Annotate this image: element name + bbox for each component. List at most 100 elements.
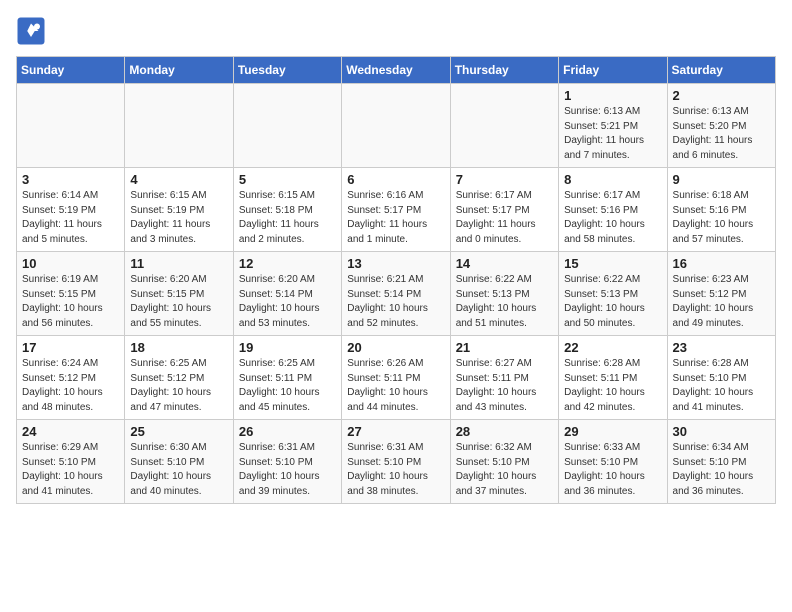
day-number: 22 bbox=[564, 340, 661, 355]
calendar-cell: 6 Sunrise: 6:16 AM Sunset: 5:17 PM Daylig… bbox=[342, 168, 450, 252]
day-number: 12 bbox=[239, 256, 336, 271]
day-number: 6 bbox=[347, 172, 444, 187]
day-number: 5 bbox=[239, 172, 336, 187]
day-number: 26 bbox=[239, 424, 336, 439]
calendar-cell: 26 Sunrise: 6:31 AM Sunset: 5:10 PM Dayli… bbox=[233, 420, 341, 504]
calendar-cell: 16 Sunrise: 6:23 AM Sunset: 5:12 PM Dayli… bbox=[667, 252, 775, 336]
day-info: Sunrise: 6:28 AM Sunset: 5:10 PM Dayligh… bbox=[673, 357, 770, 415]
calendar-cell: 7 Sunrise: 6:17 AM Sunset: 5:17 PM Daylig… bbox=[450, 168, 558, 252]
day-number: 15 bbox=[564, 256, 661, 271]
calendar-cell: 24Sunrise: 6:29 AM Sunset: 5:10 PM Dayli… bbox=[17, 420, 125, 504]
weekday-header-tuesday: Tuesday bbox=[233, 57, 341, 84]
calendar-cell: 4Sunrise: 6:15 AM Sunset: 5:19 PM Daylig… bbox=[125, 168, 233, 252]
week-row-1: 1Sunrise: 6:13 AM Sunset: 5:21 PM Daylig… bbox=[17, 84, 776, 168]
day-info: Sunrise: 6:25 AM Sunset: 5:12 PM Dayligh… bbox=[130, 357, 227, 415]
weekday-header-sunday: Sunday bbox=[17, 57, 125, 84]
calendar-cell: 1Sunrise: 6:13 AM Sunset: 5:21 PM Daylig… bbox=[559, 84, 667, 168]
day-info: Sunrise: 6:23 AM Sunset: 5:12 PM Dayligh… bbox=[673, 273, 770, 331]
day-info: Sunrise: 6:30 AM Sunset: 5:10 PM Dayligh… bbox=[130, 441, 227, 499]
day-info: Sunrise: 6:19 AM Sunset: 5:15 PM Dayligh… bbox=[22, 273, 119, 331]
day-info: Sunrise: 6:15 AM Sunset: 5:19 PM Dayligh… bbox=[130, 189, 227, 247]
day-info: Sunrise: 6:15 AM Sunset: 5:18 PM Dayligh… bbox=[239, 189, 336, 247]
week-row-5: 24Sunrise: 6:29 AM Sunset: 5:10 PM Dayli… bbox=[17, 420, 776, 504]
day-number: 3 bbox=[22, 172, 119, 187]
day-info: Sunrise: 6:34 AM Sunset: 5:10 PM Dayligh… bbox=[673, 441, 770, 499]
day-info: Sunrise: 6:22 AM Sunset: 5:13 PM Dayligh… bbox=[564, 273, 661, 331]
calendar-body: 1Sunrise: 6:13 AM Sunset: 5:21 PM Daylig… bbox=[17, 84, 776, 504]
calendar-cell: 18 Sunrise: 6:25 AM Sunset: 5:12 PM Dayli… bbox=[125, 336, 233, 420]
calendar-cell: 23 Sunrise: 6:28 AM Sunset: 5:10 PM Dayli… bbox=[667, 336, 775, 420]
day-info: Sunrise: 6:20 AM Sunset: 5:14 PM Dayligh… bbox=[239, 273, 336, 331]
page-header bbox=[16, 16, 776, 46]
day-info: Sunrise: 6:26 AM Sunset: 5:11 PM Dayligh… bbox=[347, 357, 444, 415]
calendar-cell: 14 Sunrise: 6:22 AM Sunset: 5:13 PM Dayli… bbox=[450, 252, 558, 336]
day-info: Sunrise: 6:13 AM Sunset: 5:20 PM Dayligh… bbox=[673, 105, 770, 163]
day-info: Sunrise: 6:28 AM Sunset: 5:11 PM Dayligh… bbox=[564, 357, 661, 415]
day-number: 9 bbox=[673, 172, 770, 187]
calendar-cell bbox=[17, 84, 125, 168]
day-number: 29 bbox=[564, 424, 661, 439]
day-info: Sunrise: 6:27 AM Sunset: 5:11 PM Dayligh… bbox=[456, 357, 553, 415]
day-number: 25 bbox=[130, 424, 227, 439]
calendar-cell: 30 Sunrise: 6:34 AM Sunset: 5:10 PM Dayli… bbox=[667, 420, 775, 504]
day-number: 1 bbox=[564, 88, 661, 103]
day-number: 13 bbox=[347, 256, 444, 271]
day-number: 2 bbox=[673, 88, 770, 103]
day-info: Sunrise: 6:16 AM Sunset: 5:17 PM Dayligh… bbox=[347, 189, 444, 247]
day-number: 8 bbox=[564, 172, 661, 187]
day-info: Sunrise: 6:17 AM Sunset: 5:16 PM Dayligh… bbox=[564, 189, 661, 247]
calendar-cell: 3 Sunrise: 6:14 AM Sunset: 5:19 PM Daylig… bbox=[17, 168, 125, 252]
calendar-cell: 19 Sunrise: 6:25 AM Sunset: 5:11 PM Dayli… bbox=[233, 336, 341, 420]
weekday-header-monday: Monday bbox=[125, 57, 233, 84]
calendar-cell: 27 Sunrise: 6:31 AM Sunset: 5:10 PM Dayli… bbox=[342, 420, 450, 504]
day-number: 18 bbox=[130, 340, 227, 355]
calendar-cell bbox=[233, 84, 341, 168]
weekday-header-wednesday: Wednesday bbox=[342, 57, 450, 84]
day-number: 20 bbox=[347, 340, 444, 355]
day-info: Sunrise: 6:18 AM Sunset: 5:16 PM Dayligh… bbox=[673, 189, 770, 247]
day-info: Sunrise: 6:29 AM Sunset: 5:10 PM Dayligh… bbox=[22, 441, 119, 499]
logo-icon bbox=[16, 16, 46, 46]
calendar-cell: 11 Sunrise: 6:20 AM Sunset: 5:15 PM Dayli… bbox=[125, 252, 233, 336]
calendar-cell: 25 Sunrise: 6:30 AM Sunset: 5:10 PM Dayli… bbox=[125, 420, 233, 504]
logo bbox=[16, 16, 52, 46]
day-number: 7 bbox=[456, 172, 553, 187]
calendar-cell: 17 Sunrise: 6:24 AM Sunset: 5:12 PM Dayli… bbox=[17, 336, 125, 420]
calendar-cell: 8 Sunrise: 6:17 AM Sunset: 5:16 PM Daylig… bbox=[559, 168, 667, 252]
calendar-cell: 15 Sunrise: 6:22 AM Sunset: 5:13 PM Dayli… bbox=[559, 252, 667, 336]
day-number: 28 bbox=[456, 424, 553, 439]
weekday-header-friday: Friday bbox=[559, 57, 667, 84]
day-number: 23 bbox=[673, 340, 770, 355]
day-number: 30 bbox=[673, 424, 770, 439]
week-row-3: 10 Sunrise: 6:19 AM Sunset: 5:15 PM Dayli… bbox=[17, 252, 776, 336]
calendar-cell bbox=[450, 84, 558, 168]
calendar-cell: 2 Sunrise: 6:13 AM Sunset: 5:20 PM Daylig… bbox=[667, 84, 775, 168]
weekday-header-saturday: Saturday bbox=[667, 57, 775, 84]
day-info: Sunrise: 6:22 AM Sunset: 5:13 PM Dayligh… bbox=[456, 273, 553, 331]
day-info: Sunrise: 6:17 AM Sunset: 5:17 PM Dayligh… bbox=[456, 189, 553, 247]
day-number: 27 bbox=[347, 424, 444, 439]
day-number: 16 bbox=[673, 256, 770, 271]
week-row-2: 3 Sunrise: 6:14 AM Sunset: 5:19 PM Daylig… bbox=[17, 168, 776, 252]
day-info: Sunrise: 6:31 AM Sunset: 5:10 PM Dayligh… bbox=[347, 441, 444, 499]
weekday-header-row: SundayMondayTuesdayWednesdayThursdayFrid… bbox=[17, 57, 776, 84]
calendar-cell: 12 Sunrise: 6:20 AM Sunset: 5:14 PM Dayli… bbox=[233, 252, 341, 336]
day-number: 21 bbox=[456, 340, 553, 355]
day-number: 14 bbox=[456, 256, 553, 271]
day-number: 11 bbox=[130, 256, 227, 271]
day-info: Sunrise: 6:20 AM Sunset: 5:15 PM Dayligh… bbox=[130, 273, 227, 331]
day-info: Sunrise: 6:24 AM Sunset: 5:12 PM Dayligh… bbox=[22, 357, 119, 415]
calendar-cell: 13 Sunrise: 6:21 AM Sunset: 5:14 PM Dayli… bbox=[342, 252, 450, 336]
calendar-cell bbox=[342, 84, 450, 168]
day-info: Sunrise: 6:14 AM Sunset: 5:19 PM Dayligh… bbox=[22, 189, 119, 247]
day-info: Sunrise: 6:31 AM Sunset: 5:10 PM Dayligh… bbox=[239, 441, 336, 499]
day-number: 17 bbox=[22, 340, 119, 355]
day-info: Sunrise: 6:25 AM Sunset: 5:11 PM Dayligh… bbox=[239, 357, 336, 415]
calendar-cell: 29Sunrise: 6:33 AM Sunset: 5:10 PM Dayli… bbox=[559, 420, 667, 504]
week-row-4: 17 Sunrise: 6:24 AM Sunset: 5:12 PM Dayli… bbox=[17, 336, 776, 420]
calendar-cell: 20 Sunrise: 6:26 AM Sunset: 5:11 PM Dayli… bbox=[342, 336, 450, 420]
day-info: Sunrise: 6:21 AM Sunset: 5:14 PM Dayligh… bbox=[347, 273, 444, 331]
day-number: 10 bbox=[22, 256, 119, 271]
day-number: 19 bbox=[239, 340, 336, 355]
day-info: Sunrise: 6:32 AM Sunset: 5:10 PM Dayligh… bbox=[456, 441, 553, 499]
